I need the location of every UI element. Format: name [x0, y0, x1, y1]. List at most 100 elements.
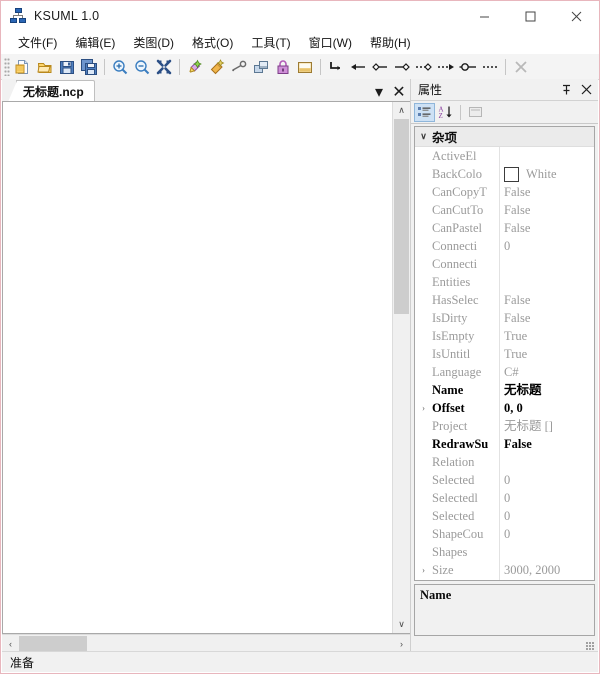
toolbar-lock[interactable] — [272, 56, 294, 77]
menu-window[interactable]: 窗口(W) — [300, 33, 361, 53]
property-value[interactable]: 无标题 [] — [500, 417, 594, 435]
property-row[interactable]: Relation — [415, 453, 594, 471]
property-row[interactable]: Connecti — [415, 255, 594, 273]
property-value[interactable] — [500, 579, 594, 580]
prop-pages-button[interactable] — [465, 103, 486, 122]
menu-help[interactable]: 帮助(H) — [361, 33, 420, 53]
minimize-button[interactable] — [461, 1, 507, 31]
property-value[interactable]: False — [500, 309, 594, 327]
property-row[interactable]: HasSelec False — [415, 291, 594, 309]
toolbar-add-shape[interactable] — [206, 56, 228, 77]
toolbar-arrow-diamond[interactable] — [369, 56, 391, 77]
vertical-scroll-thumb[interactable] — [394, 119, 409, 314]
toolbar-arrow-circle[interactable] — [457, 56, 479, 77]
menu-tools[interactable]: 工具(T) — [242, 33, 299, 53]
toolbar-delete[interactable] — [510, 56, 532, 77]
toolbar-open[interactable] — [34, 56, 56, 77]
prop-alphabetical-button[interactable]: A Z — [435, 103, 456, 122]
property-value[interactable]: C# — [500, 363, 594, 381]
toolbar-line-style[interactable] — [325, 56, 347, 77]
property-row[interactable]: BackColo White — [415, 165, 594, 183]
tab-close-icon[interactable]: ✕ — [392, 84, 406, 101]
menu-format[interactable]: 格式(O) — [183, 33, 242, 53]
property-row[interactable]: IsDirty False — [415, 309, 594, 327]
property-value[interactable]: White — [500, 165, 594, 183]
property-row[interactable]: Selectedl 0 — [415, 489, 594, 507]
property-row[interactable]: Entities — [415, 273, 594, 291]
property-row[interactable]: TopSelec — [415, 579, 594, 580]
tab-dropdown-icon[interactable]: ▾ — [372, 84, 386, 101]
property-value[interactable]: False — [500, 291, 594, 309]
property-row[interactable]: Selected 0 — [415, 471, 594, 489]
property-row-offset[interactable]: › Offset 0, 0 — [415, 399, 594, 417]
horizontal-scroll-thumb[interactable] — [19, 636, 87, 651]
property-row[interactable]: CanCutTo False — [415, 201, 594, 219]
canvas-horizontal-scrollbar[interactable]: ‹ › — [2, 634, 410, 652]
toolbar-arrow-dashed-open[interactable] — [435, 56, 457, 77]
toolbar-package[interactable] — [250, 56, 272, 77]
scroll-left-icon[interactable]: ‹ — [2, 635, 19, 652]
toolbar-zoom-in[interactable] — [109, 56, 131, 77]
property-row[interactable]: Project 无标题 [] — [415, 417, 594, 435]
row-expander-icon[interactable]: › — [415, 399, 432, 417]
property-value[interactable] — [500, 543, 594, 561]
property-row[interactable]: ActiveEl — [415, 147, 594, 165]
property-category-header[interactable]: ∨ 杂项 — [415, 127, 594, 147]
property-value[interactable] — [500, 147, 594, 165]
toolbar-new[interactable] — [12, 56, 34, 77]
property-value[interactable]: 0 — [500, 507, 594, 525]
category-expander-icon[interactable]: ∨ — [415, 131, 432, 142]
property-value[interactable]: 0 — [500, 489, 594, 507]
property-row-redraw[interactable]: RedrawSu False — [415, 435, 594, 453]
toolbar-note[interactable] — [294, 56, 316, 77]
property-row-size[interactable]: › Size 3000, 2000 — [415, 561, 594, 579]
toolbar-arrow-filled[interactable] — [347, 56, 369, 77]
menu-edit[interactable]: 编辑(E) — [66, 33, 124, 53]
toolbar-arrow-open[interactable] — [391, 56, 413, 77]
property-row[interactable]: CanPastel False — [415, 219, 594, 237]
property-value[interactable]: True — [500, 345, 594, 363]
property-value[interactable]: False — [500, 435, 594, 453]
toolbar-fit[interactable] — [153, 56, 175, 77]
toolbar-association[interactable] — [228, 56, 250, 77]
menu-class-diagram[interactable]: 类图(D) — [124, 33, 183, 53]
toolbar-zoom-out[interactable] — [131, 56, 153, 77]
prop-categorized-button[interactable] — [414, 102, 435, 122]
toolbar-grip[interactable] — [4, 57, 10, 76]
property-value[interactable]: False — [500, 183, 594, 201]
row-expander-icon[interactable]: › — [415, 561, 432, 579]
property-row-name[interactable]: Name 无标题 — [415, 381, 594, 399]
property-value[interactable]: 3000, 2000 — [500, 561, 594, 579]
property-value[interactable]: 无标题 — [500, 381, 594, 399]
property-row[interactable]: ShapeCou 0 — [415, 525, 594, 543]
property-value[interactable] — [500, 255, 594, 273]
property-value[interactable]: 0 — [500, 237, 594, 255]
property-value[interactable]: 0, 0 — [500, 399, 594, 417]
property-value[interactable]: False — [500, 219, 594, 237]
property-row[interactable]: IsEmpty True — [415, 327, 594, 345]
toolbar-save[interactable] — [56, 56, 78, 77]
vertical-scroll-track[interactable] — [393, 119, 410, 616]
menu-file[interactable]: 文件(F) — [9, 33, 66, 53]
property-row[interactable]: IsUntitl True — [415, 345, 594, 363]
property-value[interactable] — [500, 453, 594, 471]
toolbar-dotted-line[interactable] — [479, 56, 501, 77]
property-row[interactable]: CanCopyT False — [415, 183, 594, 201]
scroll-down-icon[interactable]: ∨ — [393, 616, 410, 633]
property-value[interactable]: 0 — [500, 525, 594, 543]
property-value[interactable] — [500, 273, 594, 291]
toolbar-save-all[interactable] — [78, 56, 100, 77]
property-value[interactable]: False — [500, 201, 594, 219]
property-value[interactable]: 0 — [500, 471, 594, 489]
toolbar-add-class[interactable] — [184, 56, 206, 77]
scroll-up-icon[interactable]: ∧ — [393, 102, 410, 119]
property-row[interactable]: Language C# — [415, 363, 594, 381]
property-grid[interactable]: ∨ 杂项 ActiveEl BackColo White CanCopyT Fa… — [414, 126, 595, 581]
property-value[interactable]: True — [500, 327, 594, 345]
canvas-vertical-scrollbar[interactable]: ∧ ∨ — [392, 102, 410, 633]
panel-close-icon[interactable] — [578, 81, 595, 98]
property-row[interactable]: Shapes — [415, 543, 594, 561]
close-button[interactable] — [553, 1, 599, 31]
pin-icon[interactable] — [558, 81, 575, 98]
document-tab[interactable]: 无标题.ncp — [8, 80, 95, 102]
